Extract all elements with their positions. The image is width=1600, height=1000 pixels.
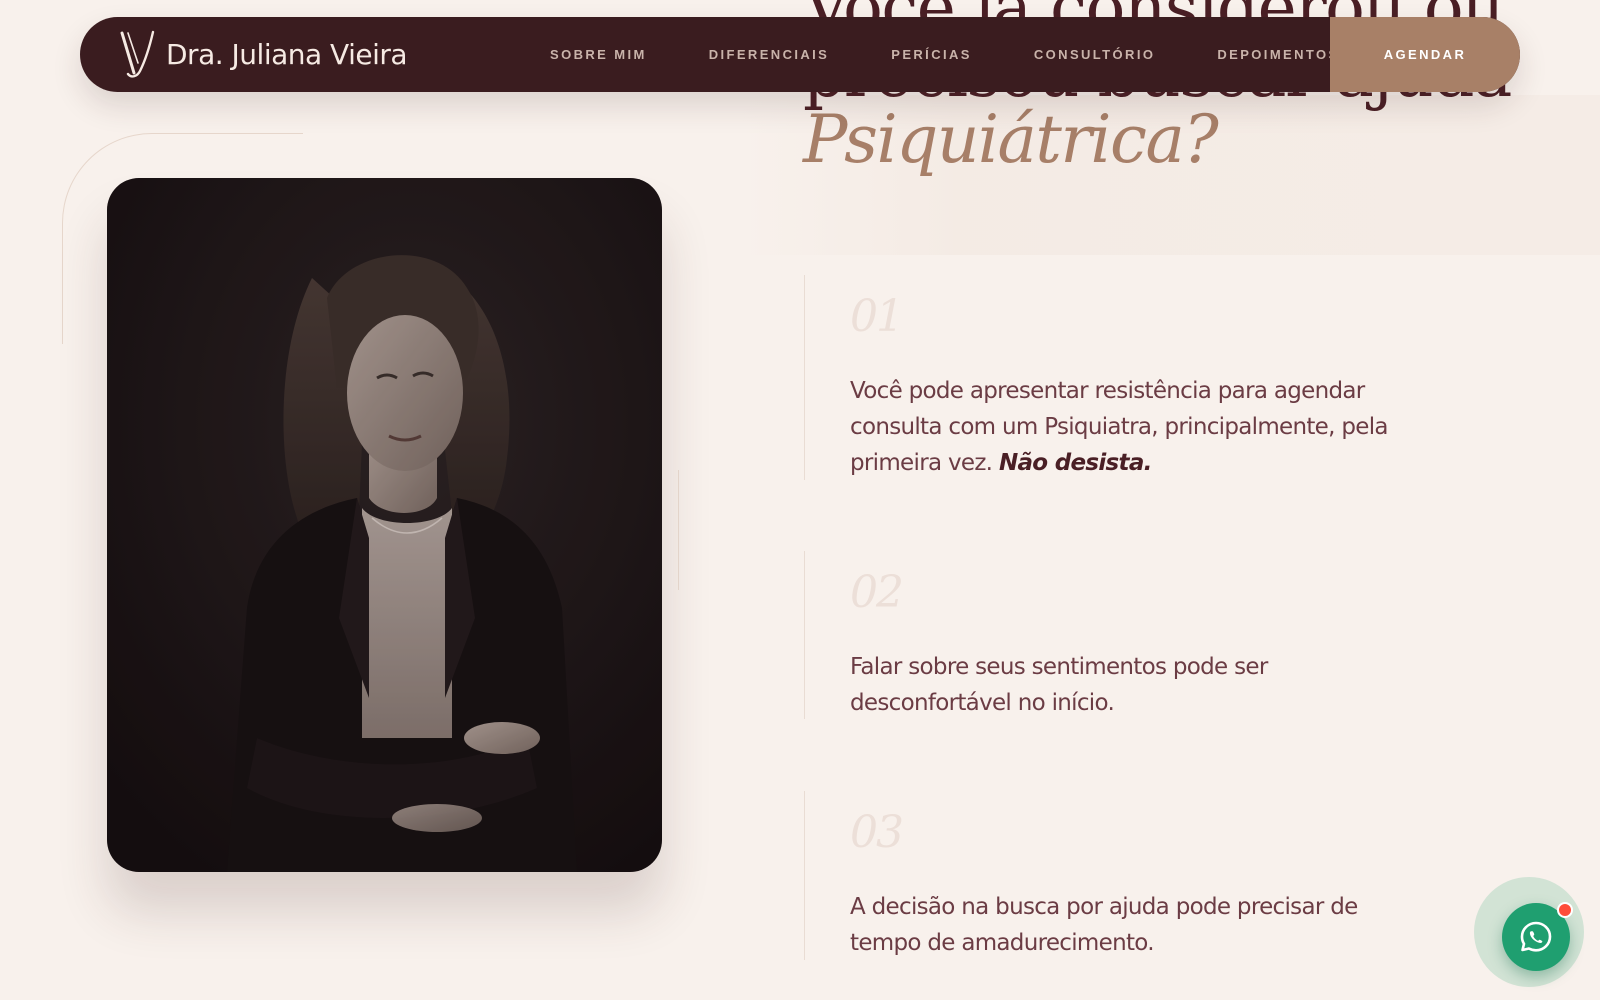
jv-monogram-icon [120,30,155,78]
item-text: A decisão na busca por ajuda pode precis… [850,894,1358,956]
nav-link-pericias[interactable]: PERÍCIAS [891,47,972,62]
list-item: 01 Você pode apresentar resistência para… [804,275,1410,480]
item-text: Você pode apresentar resistência para ag… [850,373,1410,481]
hero-title-accent: Psiquiátrica? [803,101,1219,178]
notification-dot [1557,902,1573,918]
nav-link-diferenciais[interactable]: DIFERENCIAIS [709,47,830,62]
nav-link-consultorio[interactable]: CONSULTÓRIO [1034,47,1156,62]
brand-name: Dra. Juliana Vieira [166,38,408,71]
navbar: Dra. Juliana Vieira SOBRE MIM DIFERENCIA… [80,17,1520,92]
nav-link-sobre-mim[interactable]: SOBRE MIM [550,47,647,62]
item-text-emphasis: Não desista. [998,450,1152,476]
doctor-portrait [107,178,662,872]
list-item: 02 Falar sobre seus sentimentos pode ser… [804,551,1420,719]
main-nav: SOBRE MIM DIFERENCIAIS PERÍCIAS CONSULTÓ… [550,17,1402,92]
list-item: 03 A decisão na busca por ajuda pode pre… [804,791,1370,960]
whatsapp-icon [1520,921,1552,952]
item-number: 02 [850,567,904,618]
page: Você já considerou ou precisou buscar aj… [0,0,1600,1000]
agendar-button[interactable]: AGENDAR [1330,17,1520,92]
decorative-line [678,470,679,590]
nav-link-depoimentos[interactable]: DEPOIMENTOS [1217,47,1339,62]
item-number: 01 [850,291,904,342]
portrait-image [107,178,662,872]
brand-logo-link[interactable]: Dra. Juliana Vieira [120,17,408,92]
item-text: Falar sobre seus sentimentos pode ser de… [850,654,1268,716]
item-number: 03 [850,807,904,858]
